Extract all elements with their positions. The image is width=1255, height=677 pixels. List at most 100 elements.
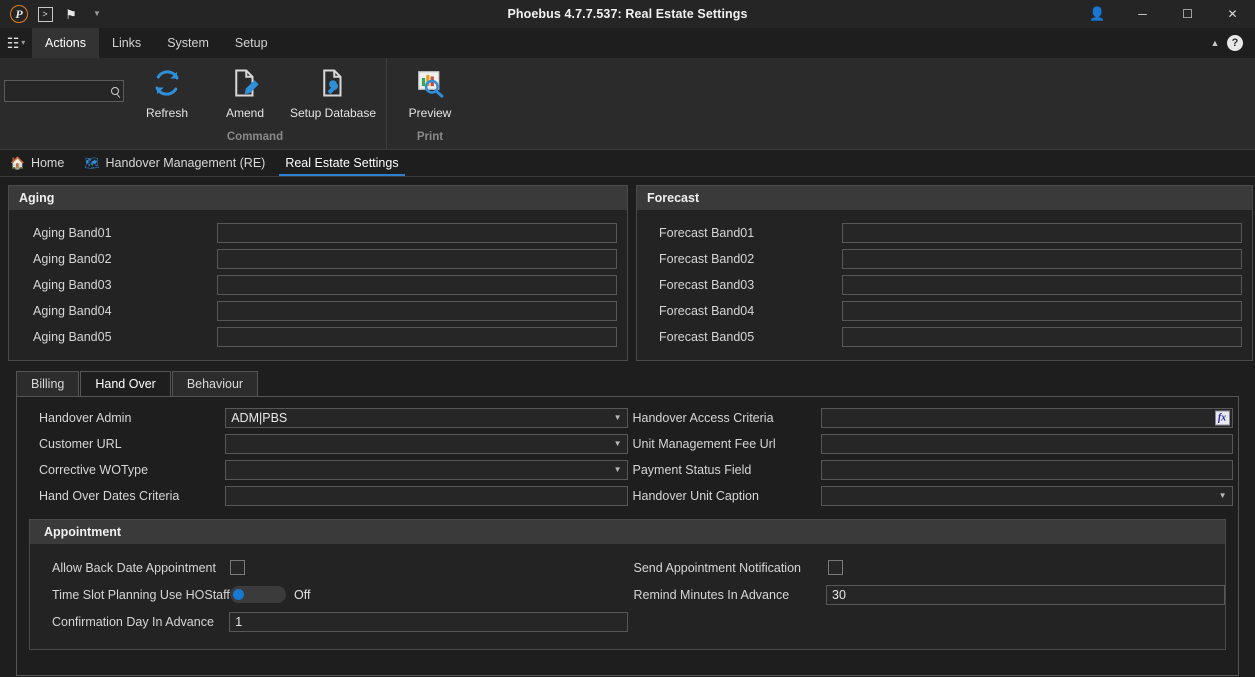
aging-band05-row: Aging Band05 <box>19 324 617 350</box>
time-slot-planning-toggle[interactable] <box>230 586 286 603</box>
send-appointment-notification-checkbox[interactable] <box>827 560 843 575</box>
corrective-wotype-combobox[interactable]: ▼ <box>225 460 628 480</box>
forecast-band02-input[interactable] <box>842 249 1242 269</box>
forecast-band01-input[interactable] <box>842 223 1242 243</box>
refresh-button[interactable]: Refresh <box>128 66 206 120</box>
minimize-button[interactable]: ─ <box>1120 0 1165 28</box>
ribbon-group-label: Print <box>416 131 444 143</box>
aging-band05-input[interactable] <box>217 327 617 347</box>
payment-status-field-label: Payment Status Field <box>632 463 752 477</box>
remind-minutes-in-advance-input[interactable]: 30 <box>826 584 1225 605</box>
hand-over-fields-grid: Handover Admin ADM|PBS ▼ Customer URL ▼ … <box>17 405 1238 509</box>
allow-back-date-appointment-row: Allow Back Date Appointment <box>30 554 628 581</box>
handover-unit-caption-combobox[interactable]: ▼ <box>820 486 1233 506</box>
tab-real-estate-settings[interactable]: Real Estate Settings <box>275 150 408 176</box>
ribbon-tab-links[interactable]: Links <box>99 28 154 58</box>
quick-access-more-button[interactable]: ▼ <box>84 3 110 25</box>
setup-database-button[interactable]: Setup Database <box>284 66 382 120</box>
send-appointment-notification-label: Send Appointment Notification <box>633 560 801 575</box>
command-prompt-button[interactable]: > <box>32 3 58 25</box>
top-panels-row: Aging Aging Band01 Aging Band02 Aging Ba… <box>8 185 1253 361</box>
ribbon: Refresh Amend Setup Database Command Pre… <box>0 58 1255 150</box>
aging-band04-input[interactable] <box>217 301 617 321</box>
appointment-group-body: Allow Back Date Appointment Time Slot Pl… <box>30 544 1225 649</box>
ribbon-tab-label: Setup <box>234 36 268 50</box>
forecast-band04-input[interactable] <box>842 301 1242 321</box>
app-logo-button[interactable]: P <box>6 3 32 25</box>
ribbon-group-label: Command <box>226 131 284 143</box>
tab-hand-over[interactable]: Hand Over <box>80 371 171 396</box>
search-box[interactable] <box>4 80 124 102</box>
aging-panel-title: Aging <box>9 186 627 210</box>
application-menu-button[interactable]: ☷ ▾ <box>0 28 32 58</box>
search-icon <box>111 87 119 95</box>
aging-band03-row: Aging Band03 <box>19 272 617 298</box>
confirmation-day-in-advance-input[interactable]: 1 <box>229 611 628 632</box>
chevron-down-icon: ▼ <box>93 9 101 18</box>
setup-database-label: Setup Database <box>289 106 377 120</box>
aging-band01-input[interactable] <box>217 223 617 243</box>
title-bar: P > ⚑ ▼ Phoebus 4.7.7.537: Real Estate S… <box>0 0 1255 28</box>
close-icon: ✕ <box>1227 7 1238 21</box>
aging-band02-label: Aging Band02 <box>33 252 112 266</box>
tab-label: Hand Over <box>95 377 156 391</box>
tab-handover-management[interactable]: 🗺 Handover Management (RE) <box>74 150 275 176</box>
aging-band01-label: Aging Band01 <box>33 226 112 240</box>
collapse-ribbon-icon[interactable]: ▲ <box>1205 38 1225 48</box>
window-title: Phoebus 4.7.7.537: Real Estate Settings <box>507 7 748 21</box>
confirmation-day-in-advance-row: Confirmation Day In Advance 1 <box>30 608 628 635</box>
forecast-band05-input[interactable] <box>842 327 1242 347</box>
send-appointment-notification-row: Send Appointment Notification <box>628 554 1226 581</box>
preview-button[interactable]: Preview <box>391 66 469 120</box>
forecast-band02-label: Forecast Band02 <box>659 252 755 266</box>
chevron-down-icon: ▼ <box>613 413 622 422</box>
menu-list-icon: ☷ <box>6 35 20 51</box>
aging-band03-label: Aging Band03 <box>33 278 112 292</box>
customer-url-combobox[interactable]: ▼ <box>225 434 628 454</box>
preview-magnifier-icon <box>415 66 445 100</box>
maximize-button[interactable]: ☐ <box>1165 0 1210 28</box>
forecast-band03-label: Forecast Band03 <box>659 278 755 292</box>
handover-admin-row: Handover Admin ADM|PBS ▼ <box>17 405 628 431</box>
aging-band02-input[interactable] <box>217 249 617 269</box>
forecast-band01-label: Forecast Band01 <box>659 226 755 240</box>
tab-label: Behaviour <box>186 377 244 391</box>
handover-access-criteria-input[interactable]: fx <box>820 408 1233 428</box>
bookmark-button[interactable]: ⚑ <box>58 3 84 25</box>
tab-home[interactable]: 🏠 Home <box>0 150 74 176</box>
help-icon[interactable]: ? <box>1227 35 1243 51</box>
ribbon-tab-system[interactable]: System <box>154 28 222 58</box>
forecast-band03-input[interactable] <box>842 275 1242 295</box>
handover-unit-caption-row: Handover Unit Caption ▼ <box>628 483 1239 509</box>
tab-label: Home <box>30 156 65 170</box>
ribbon-tab-actions[interactable]: Actions <box>32 28 99 58</box>
user-account-button[interactable]: 👤 <box>1075 0 1120 28</box>
time-slot-planning-state: Off <box>294 587 311 602</box>
wrench-document-icon <box>318 66 348 100</box>
handover-admin-combobox[interactable]: ADM|PBS ▼ <box>225 408 628 428</box>
handover-admin-value: ADM|PBS <box>231 411 288 425</box>
tab-billing[interactable]: Billing <box>16 371 80 396</box>
fx-formula-icon[interactable]: fx <box>1214 410 1230 426</box>
aging-band03-input[interactable] <box>217 275 617 295</box>
phoebus-logo-icon: P <box>10 5 28 23</box>
close-button[interactable]: ✕ <box>1210 0 1255 28</box>
hand-over-panel: Handover Admin ADM|PBS ▼ Customer URL ▼ … <box>16 396 1239 676</box>
main-content: Aging Aging Band01 Aging Band02 Aging Ba… <box>0 177 1255 676</box>
hand-over-dates-criteria-input[interactable] <box>225 486 628 506</box>
remind-minutes-in-advance-row: Remind Minutes In Advance 30 <box>628 581 1225 608</box>
aging-band01-row: Aging Band01 <box>19 220 617 246</box>
forecast-band05-row: Forecast Band05 <box>647 324 1242 350</box>
ribbon-group-print: Preview Print <box>386 58 473 150</box>
handover-access-criteria-row: Handover Access Criteria fx <box>628 405 1239 431</box>
amend-label: Amend <box>225 106 265 120</box>
unit-management-fee-url-input[interactable] <box>820 434 1233 454</box>
chevron-down-icon: ▼ <box>613 439 622 448</box>
tab-behaviour[interactable]: Behaviour <box>171 371 259 396</box>
allow-back-date-appointment-checkbox[interactable] <box>230 560 245 575</box>
ribbon-tab-setup[interactable]: Setup <box>222 28 281 58</box>
person-icon: 👤 <box>1089 6 1106 21</box>
chevron-down-icon: ▼ <box>1218 491 1227 500</box>
payment-status-field-input[interactable] <box>820 460 1233 480</box>
amend-button[interactable]: Amend <box>206 66 284 120</box>
